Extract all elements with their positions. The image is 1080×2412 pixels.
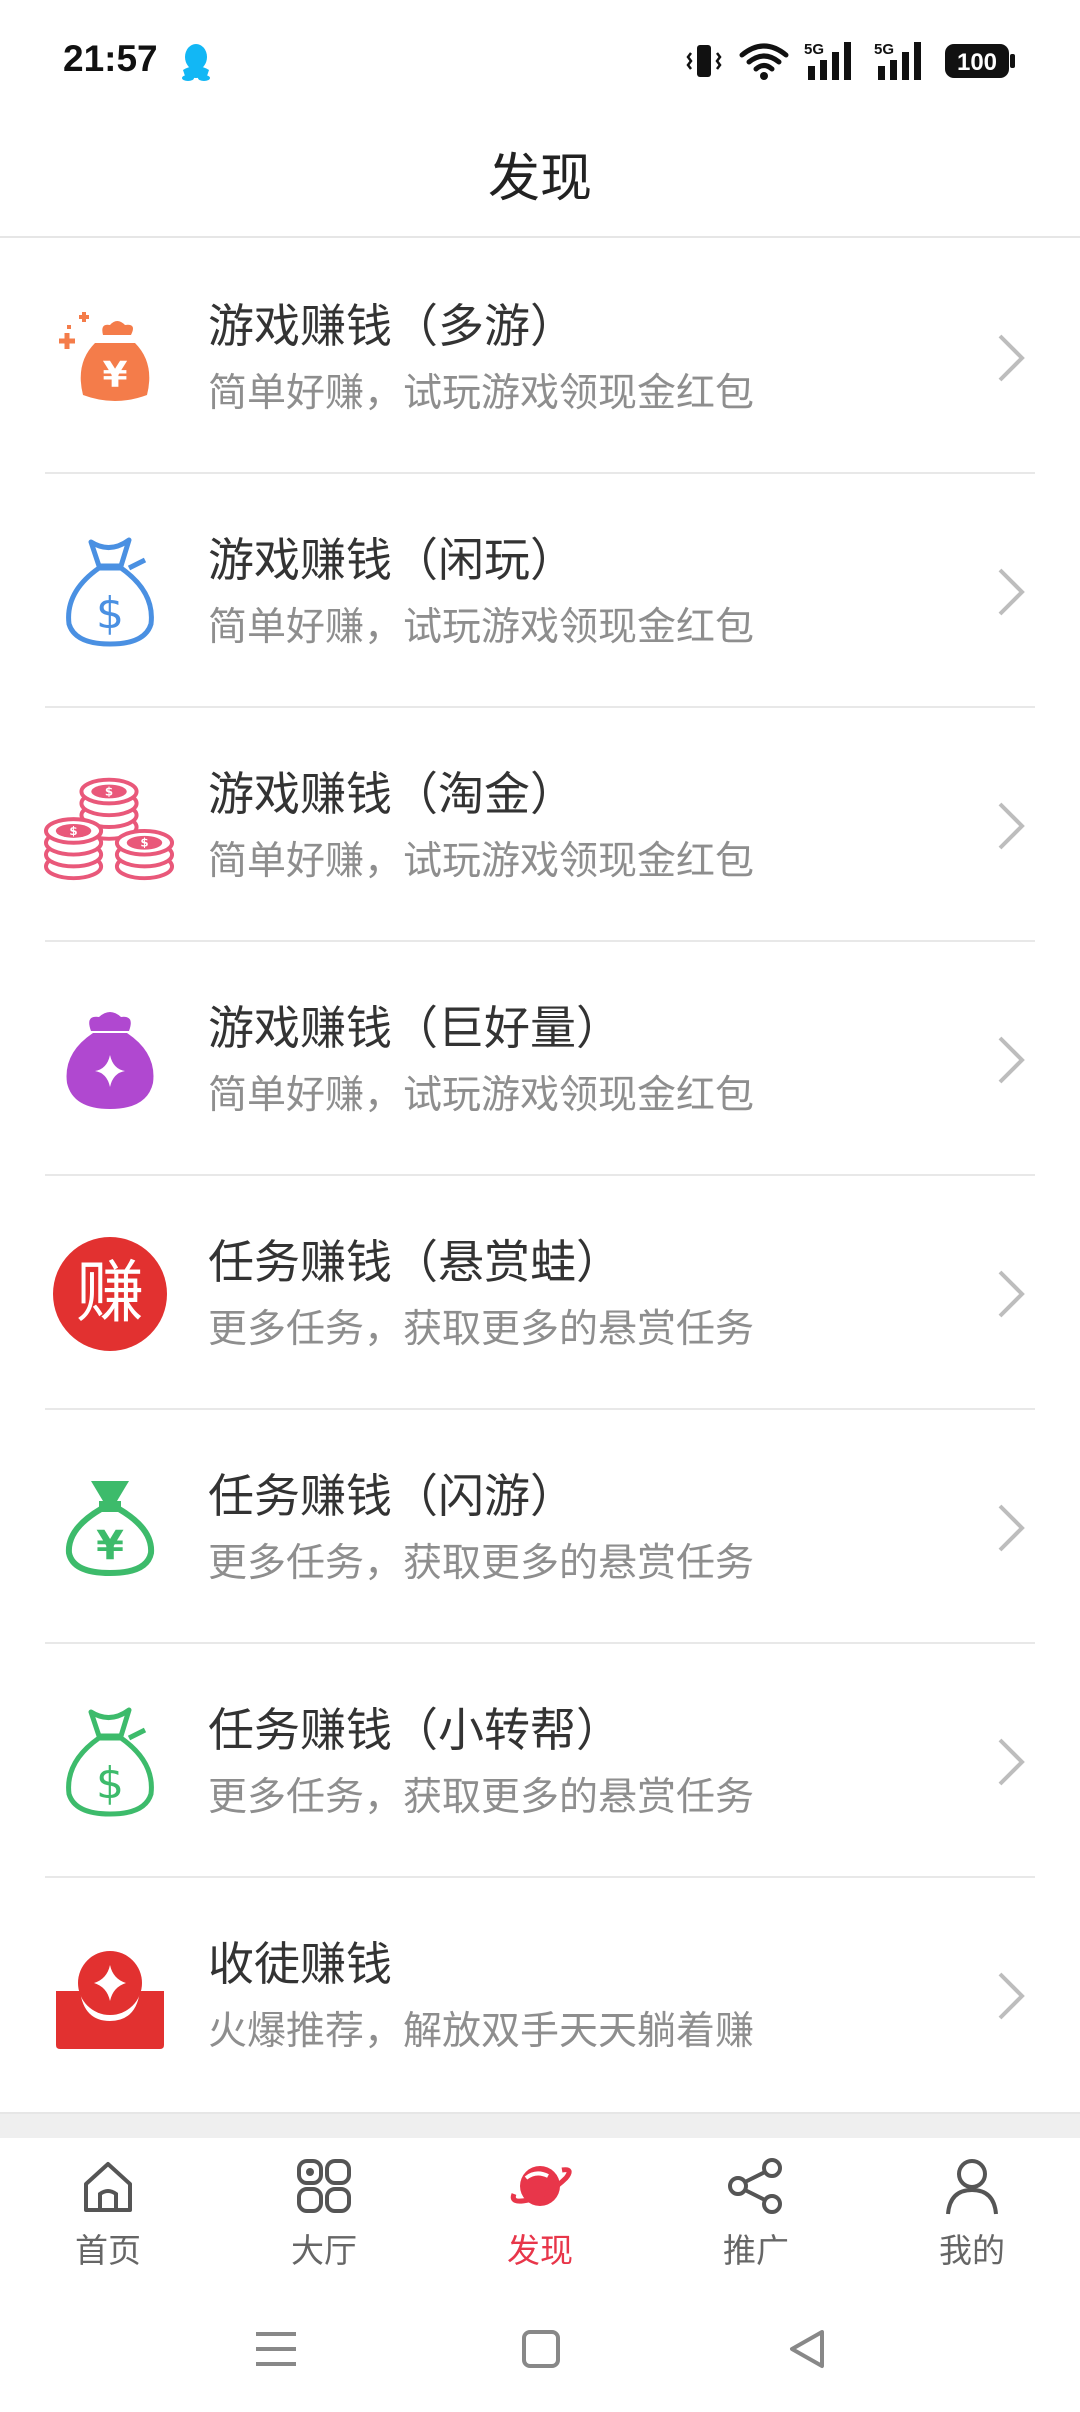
- green-bag-yen-icon: ¥: [44, 1462, 176, 1594]
- red-envelope-icon: [44, 1930, 176, 2062]
- share-icon: [728, 2158, 782, 2214]
- chevron-right-icon: [998, 334, 1025, 382]
- item-title: 游戏赚钱（闲玩）: [208, 533, 576, 587]
- chevron-right-icon: [998, 1972, 1025, 2020]
- svg-text:$: $: [96, 1758, 124, 1809]
- tab-home[interactable]: 首页: [0, 2138, 216, 2284]
- user-icon: [946, 2159, 998, 2215]
- tab-label: 我的: [939, 2231, 1005, 2270]
- tab-label: 推广: [723, 2231, 789, 2270]
- item-subtitle: 简单好赚，试玩游戏领现金红包: [208, 605, 755, 650]
- chevron-right-icon: [998, 1738, 1025, 1786]
- planet-icon: [510, 2166, 572, 2206]
- earn-badge-icon: 赚: [44, 1228, 176, 1360]
- vibrate-icon: [686, 45, 722, 77]
- grid-icon: [297, 2159, 351, 2213]
- list-item[interactable]: 收徒赚钱 火爆推荐，解放双手天天躺着赚: [0, 1878, 1080, 2112]
- tab-label: 大厅: [291, 2231, 357, 2270]
- home-button-icon[interactable]: [511, 2324, 571, 2374]
- system-nav-bar: [0, 2284, 1080, 2412]
- back-icon[interactable]: [778, 2324, 838, 2374]
- item-subtitle: 更多任务，获取更多的悬赏任务: [208, 1775, 755, 1820]
- list-item[interactable]: ¥ 游戏赚钱（多游） 简单好赚，试玩游戏领现金红包: [0, 240, 1080, 474]
- green-bag-dollar-icon: $: [44, 1696, 176, 1828]
- money-bag-dollar-icon: $: [44, 526, 176, 658]
- chevron-right-icon: [998, 1036, 1025, 1084]
- earn-badge-text: 赚: [75, 1254, 144, 1333]
- svg-text:$: $: [140, 836, 148, 850]
- money-bag-yen-sparkle-icon: ¥: [44, 292, 176, 424]
- tab-label: 发现: [507, 2231, 573, 2270]
- item-subtitle: 更多任务，获取更多的悬赏任务: [208, 1307, 755, 1352]
- item-title: 游戏赚钱（巨好量）: [208, 1001, 622, 1055]
- signal-5g-icon-2: 5G: [874, 41, 921, 80]
- battery-icon: 100: [945, 44, 1015, 78]
- tab-hall[interactable]: 大厅: [216, 2138, 432, 2284]
- page-header: 发现: [0, 122, 1080, 238]
- item-subtitle: 简单好赚，试玩游戏领现金红包: [208, 371, 755, 416]
- item-title: 收徒赚钱: [208, 1937, 392, 1991]
- list-item[interactable]: $ 游戏赚钱（闲玩） 简单好赚，试玩游戏领现金红包: [0, 474, 1080, 708]
- qq-icon: [182, 44, 210, 81]
- list-item[interactable]: $ $ $ 游戏赚钱（淘金） 简单好赚，试玩游戏领现金红包: [0, 708, 1080, 942]
- section-gap: [0, 2112, 1080, 2138]
- purple-bag-icon: [44, 994, 176, 1126]
- svg-text:¥: ¥: [102, 355, 127, 396]
- list-item[interactable]: 游戏赚钱（巨好量） 简单好赚，试玩游戏领现金红包: [0, 942, 1080, 1176]
- discover-list: ¥ 游戏赚钱（多游） 简单好赚，试玩游戏领现金红包 $ 游戏赚钱（闲玩） 简单好…: [0, 240, 1080, 2112]
- list-item[interactable]: ¥ 任务赚钱（闪游） 更多任务，获取更多的悬赏任务: [0, 1410, 1080, 1644]
- list-item[interactable]: $ 任务赚钱（小转帮） 更多任务，获取更多的悬赏任务: [0, 1644, 1080, 1878]
- tab-mine[interactable]: 我的: [864, 2138, 1080, 2284]
- item-subtitle: 简单好赚，试玩游戏领现金红包: [208, 1073, 755, 1118]
- item-subtitle: 火爆推荐，解放双手天天躺着赚: [208, 2009, 755, 2054]
- coin-stacks-icon: $ $ $: [44, 760, 176, 892]
- svg-text:¥: ¥: [96, 1523, 124, 1569]
- status-bar: 21:57 5G 5G 100: [0, 0, 1080, 122]
- item-title: 游戏赚钱（多游）: [208, 299, 576, 353]
- tab-promote[interactable]: 推广: [648, 2138, 864, 2284]
- item-title: 任务赚钱（悬赏蛙）: [208, 1235, 622, 1289]
- menu-icon[interactable]: [246, 2324, 306, 2374]
- signal2-label: 5G: [874, 41, 894, 58]
- svg-text:$: $: [105, 784, 113, 798]
- item-subtitle: 简单好赚，试玩游戏领现金红包: [208, 839, 755, 884]
- signal1-label: 5G: [804, 41, 824, 58]
- chevron-right-icon: [998, 1270, 1025, 1318]
- signal-5g-icon: 5G: [804, 41, 851, 80]
- battery-level: 100: [957, 49, 997, 76]
- svg-text:$: $: [69, 824, 77, 838]
- bottom-tab-bar: 首页 大厅 发现 推广 我的: [0, 2138, 1080, 2284]
- tab-label: 首页: [75, 2231, 141, 2270]
- item-title: 任务赚钱（闪游）: [208, 1469, 576, 1523]
- chevron-right-icon: [998, 802, 1025, 850]
- list-item[interactable]: 赚 任务赚钱（悬赏蛙） 更多任务，获取更多的悬赏任务: [0, 1176, 1080, 1410]
- item-title: 任务赚钱（小转帮）: [208, 1703, 622, 1757]
- item-title: 游戏赚钱（淘金）: [208, 767, 576, 821]
- page-title: 发现: [487, 149, 592, 209]
- home-icon: [84, 2162, 132, 2212]
- status-time: 21:57: [63, 38, 158, 79]
- wifi-icon: [739, 43, 789, 80]
- chevron-right-icon: [998, 568, 1025, 616]
- svg-text:$: $: [96, 588, 124, 639]
- item-subtitle: 更多任务，获取更多的悬赏任务: [208, 1541, 755, 1586]
- tab-discover[interactable]: 发现: [432, 2138, 648, 2284]
- chevron-right-icon: [998, 1504, 1025, 1552]
